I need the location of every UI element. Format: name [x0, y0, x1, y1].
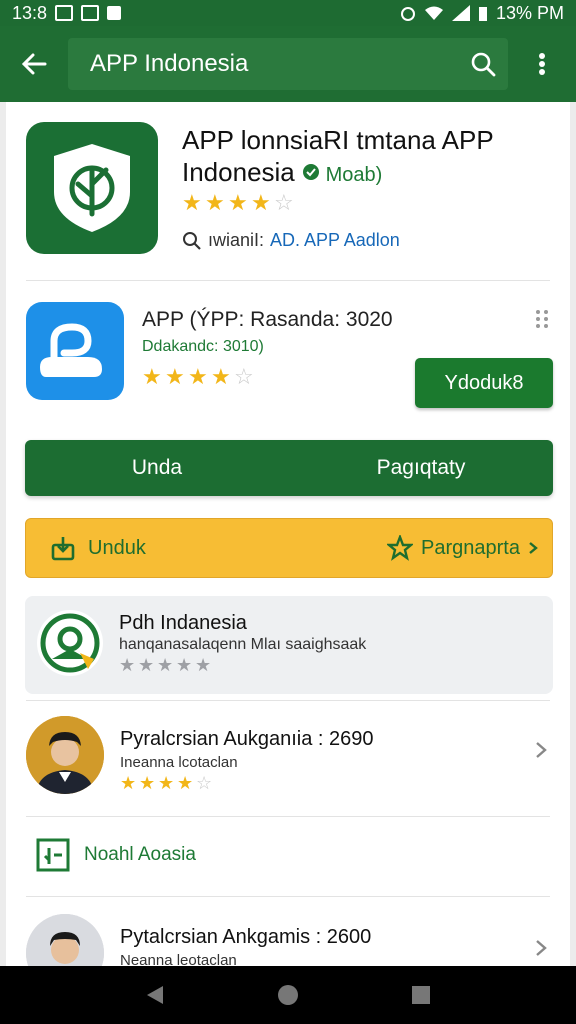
developer-value: AD. APP Aadlon [270, 230, 400, 250]
hero-app-rating: ★ ★ ★ ★ ☆ [182, 192, 296, 214]
hero-app-title[interactable]: APP lonnsiaRI tmtana APP Indonesia Moab) [182, 124, 556, 191]
nav-home-icon[interactable] [276, 983, 300, 1007]
hero-app-tag: Moab) [302, 164, 382, 186]
results-card: APP lonnsiaRI tmtana APP Indonesia Moab)… [6, 102, 570, 992]
battery-icon [478, 7, 487, 21]
featured-title: Pdh Indanesia [119, 612, 247, 634]
nav-back-icon[interactable] [145, 984, 165, 1006]
wifi-icon [424, 6, 443, 20]
star-icon: ★ [182, 190, 202, 215]
mascot-logo-icon [40, 613, 100, 673]
star-icon: ★ [142, 364, 162, 389]
star-icon: ★ [195, 655, 212, 675]
nav-recents-icon[interactable] [411, 985, 431, 1005]
cloud-app-icon [40, 323, 102, 377]
star-icon: ★ [176, 655, 193, 675]
pargnaprta-label[interactable]: Pargnaprta [421, 537, 520, 560]
star-icon: ★ [228, 190, 248, 215]
star-icon: ★ [119, 655, 136, 675]
star-icon: ★ [211, 364, 231, 389]
unduk-label[interactable]: Unduk [88, 537, 146, 560]
featured-subtitle: hanqanasalaqenn Mlaı saaighsaak [119, 636, 367, 653]
divider [26, 280, 550, 281]
avatar [26, 716, 104, 794]
signal-icon [451, 5, 470, 21]
section-header[interactable]: Noahl Aoasia [36, 838, 196, 872]
shield-leaf-icon [54, 144, 130, 232]
list-item-title: Pytalcrsian Ankgamis : 2600 [120, 926, 372, 948]
person-avatar-icon [26, 716, 104, 794]
app-bar: APP Indonesia [0, 26, 576, 102]
chevron-right-icon [529, 542, 538, 554]
status-bar: 13:8 13% PM [0, 0, 576, 26]
star-icon: ★ [138, 655, 155, 675]
battery-text: 13% PM [495, 2, 564, 23]
hero-app-icon[interactable] [26, 122, 158, 254]
developer-label: ıwianiI: [208, 230, 265, 250]
app-notification-icon [107, 6, 122, 20]
featured-rating: ★ ★ ★ ★ ★ [119, 656, 213, 674]
pagination-button[interactable]: Pagıqtaty [289, 440, 553, 496]
drag-handle-icon[interactable] [536, 310, 550, 328]
hero-app-tag-text: Moab) [325, 164, 383, 186]
second-app-meta: Ddakandc: 3010) [142, 338, 264, 355]
hero-app-developer-link[interactable]: ıwianiI: AD. APP Aadlon [182, 230, 400, 251]
star-icon: ★ [139, 773, 156, 793]
star-icon: ★ [188, 364, 208, 389]
chevron-right-icon [536, 940, 547, 956]
message-icon [55, 5, 74, 21]
star-icon: ★ [177, 773, 194, 793]
star-empty-icon: ☆ [196, 773, 213, 793]
install-button[interactable]: Ydoduk8 [415, 358, 553, 408]
featured-logo [37, 610, 103, 676]
search-field[interactable]: APP Indonesia [68, 38, 508, 90]
more-vert-icon [539, 53, 545, 75]
notification-icon [81, 5, 100, 21]
secondary-action-bar[interactable]: Unduk Pargnaprta [25, 518, 553, 578]
list-item-rating: ★ ★ ★ ★ ☆ [120, 774, 214, 792]
list-item[interactable]: Pyralcrsian Aukganıia : 2690 Ineanna lco… [6, 704, 570, 800]
star-icon: ★ [158, 773, 175, 793]
download-lock-icon [51, 537, 75, 561]
second-app-title[interactable]: APP (ÝPP: Rasanda: 3020 [142, 308, 393, 332]
divider [26, 816, 550, 817]
star-icon: ★ [157, 655, 174, 675]
alarm-icon [400, 7, 415, 21]
news-icon [36, 838, 70, 872]
section-label: Noahl Aoasia [84, 844, 196, 865]
search-small-icon [183, 231, 201, 250]
star-icon: ★ [205, 190, 225, 215]
featured-item[interactable]: Pdh Indanesia hanqanasalaqenn Mlaı saaig… [25, 596, 553, 694]
star-empty-icon: ☆ [274, 190, 294, 215]
divider [26, 896, 550, 897]
star-icon: ★ [251, 190, 271, 215]
search-icon[interactable] [470, 51, 496, 77]
star-badge-icon [387, 535, 414, 561]
verified-icon [303, 164, 319, 180]
system-nav-bar [0, 966, 576, 1024]
overflow-menu-button[interactable] [508, 26, 576, 102]
list-item-subtitle: Ineanna lcotaclan [120, 754, 238, 771]
back-button[interactable] [0, 26, 68, 102]
star-icon: ★ [165, 364, 185, 389]
back-arrow-icon [21, 53, 47, 75]
search-query: APP Indonesia [90, 50, 249, 77]
status-time: 13:8 [12, 2, 48, 23]
chevron-right-icon [536, 742, 547, 758]
list-item-title: Pyralcrsian Aukganıia : 2690 [120, 728, 374, 750]
second-app-icon[interactable] [26, 302, 124, 400]
star-empty-icon: ☆ [234, 364, 254, 389]
unda-button[interactable]: Unda [25, 440, 289, 496]
second-app-rating: ★ ★ ★ ★ ☆ [142, 366, 256, 388]
star-icon: ★ [120, 773, 137, 793]
divider [26, 700, 550, 701]
primary-action-bar: Unda Pagıqtaty [25, 440, 553, 496]
